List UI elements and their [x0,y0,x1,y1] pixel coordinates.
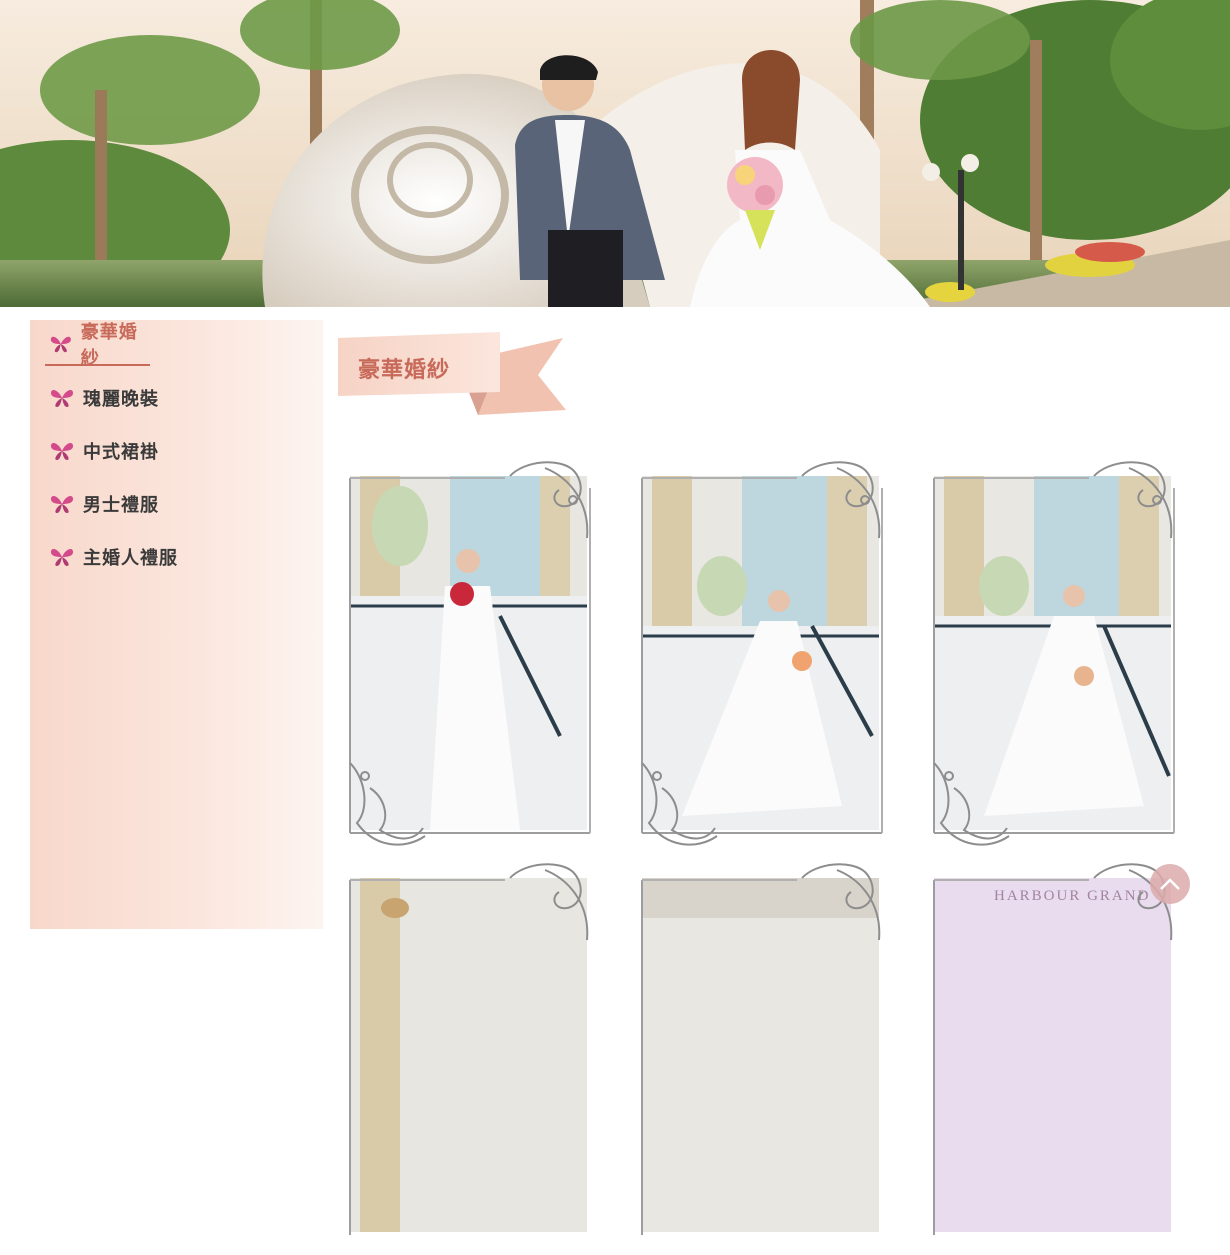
gallery-card[interactable] [929,458,1181,853]
sidebar-item-luxury-gowns[interactable]: 豪華婚紗 [45,322,150,369]
gallery-card[interactable] [345,860,597,1255]
ornate-frame [349,461,591,846]
sidebar-item-chinese-dress[interactable]: 中式裙褂 [45,430,275,472]
back-to-top-button[interactable] [1150,864,1190,904]
sidebar-item-label: 瑰麗晚裝 [83,389,159,410]
gallery-card[interactable] [637,458,889,853]
chevron-up-icon [1160,878,1180,890]
butterfly-icon [51,390,73,407]
sidebar-item-mens-suits[interactable]: 男士禮服 [45,483,275,525]
ornate-frame [641,863,881,1235]
butterfly-icon [51,549,73,566]
butterfly-icon [51,443,73,460]
butterfly-icon [50,336,71,353]
sidebar: 豪華婚紗 瑰麗晚裝 中式裙褂 男士禮服 主婚人禮服 [30,320,323,929]
sidebar-item-label: 男士禮服 [83,495,159,516]
ornate-frame [933,461,1175,846]
sidebar-item-evening-gowns[interactable]: 瑰麗晚裝 [45,377,275,419]
page-title: 豪華婚紗 [358,358,451,383]
sidebar-item-parents-attire[interactable]: 主婚人禮服 [45,536,275,578]
hero-illustration [0,0,1230,307]
gallery-card[interactable] [637,860,889,1255]
ornate-frame [641,461,883,846]
sidebar-item-label: 中式裙褂 [83,442,159,463]
ornate-frame [933,863,1173,1235]
gallery-card[interactable] [345,458,597,853]
hero-banner [0,0,1230,307]
butterfly-icon [51,496,73,513]
gallery-card[interactable]: HARBOUR GRAND [929,860,1181,1255]
sidebar-item-label: 豪華婚紗 [80,322,138,369]
sidebar-item-label: 主婚人禮服 [83,548,178,569]
ornate-frame [349,863,589,1235]
